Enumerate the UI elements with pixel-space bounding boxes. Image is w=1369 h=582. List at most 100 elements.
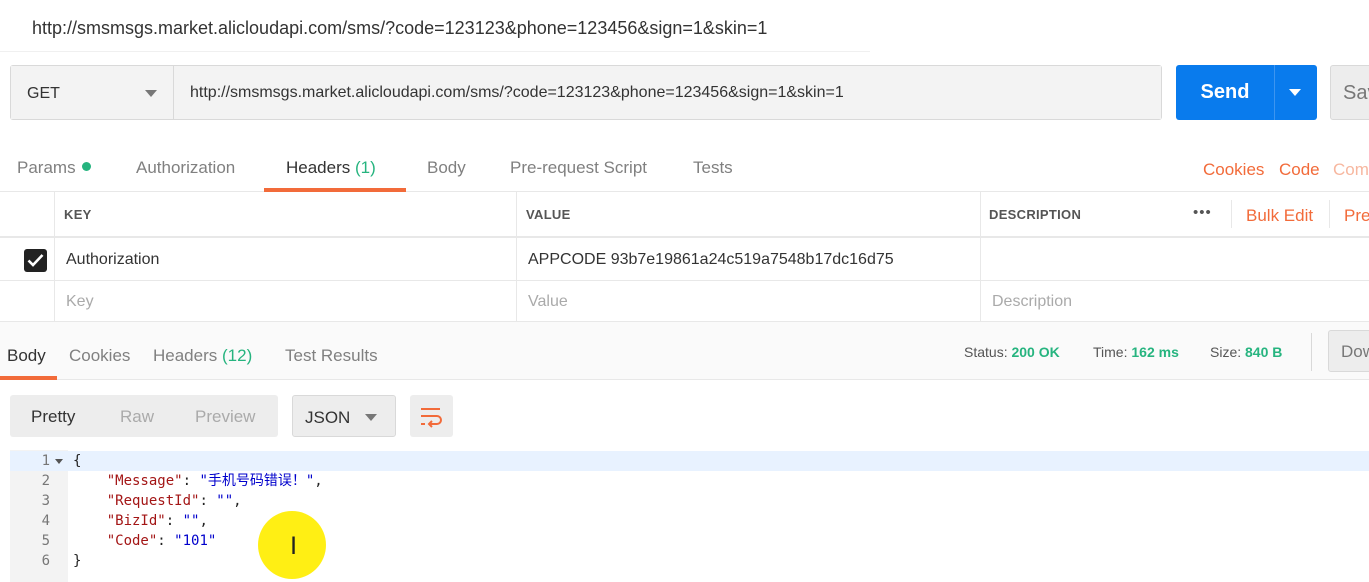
tab-headers[interactable]: Headers (1) (286, 158, 376, 178)
view-pretty-button[interactable]: Pretty (31, 407, 75, 427)
value-cell[interactable]: Value (517, 281, 981, 321)
cookies-link[interactable]: Cookies (1203, 160, 1264, 180)
key-cell[interactable]: Key (55, 281, 517, 321)
tab-params-label: Params (17, 158, 76, 177)
description-column-header: DESCRIPTION (981, 192, 1181, 236)
response-body-editor[interactable]: 1 { 2 "Message": "手机号码错误！", 3 "RequestId… (10, 450, 1369, 582)
table-row: Authorization APPCODE 93b7e19861a24c519a… (0, 237, 1369, 281)
response-tab-test-results[interactable]: Test Results (285, 346, 378, 366)
value-column-header: VALUE (517, 192, 981, 236)
send-button[interactable]: Send (1176, 65, 1274, 120)
code-line: 6 } (10, 551, 1369, 571)
row-checkbox-cell (0, 238, 55, 280)
checkmark-icon (27, 254, 44, 267)
chevron-down-icon (145, 90, 157, 97)
format-select-label: JSON (305, 408, 351, 427)
view-mode-group: Pretty Raw Preview (10, 395, 278, 437)
wrap-lines-icon (421, 408, 442, 428)
code-line: 3 "RequestId": "", (10, 491, 1369, 511)
line-number: 1 (41, 453, 50, 469)
fold-arrow-icon[interactable] (55, 459, 63, 464)
value-cell[interactable]: APPCODE 93b7e19861a24c519a7548b17dc16d75 (517, 238, 981, 280)
description-cell[interactable] (981, 238, 1369, 280)
code-text: "Code": "101" (106, 533, 217, 549)
json-punct: , (233, 493, 242, 509)
tab-prerequest-script[interactable]: Pre-request Script (510, 158, 647, 178)
more-options-icon[interactable]: ••• (1193, 204, 1212, 221)
method-select[interactable]: GET (11, 66, 174, 119)
key-column-header: KEY (55, 192, 517, 236)
key-header-label: KEY (64, 207, 92, 222)
line-number: 5 (41, 533, 50, 549)
status-readout[interactable]: Status: 200 OK (964, 344, 1060, 360)
time-label: Time: (1093, 344, 1128, 360)
code-text: { (73, 453, 82, 469)
json-key: "Message" (106, 473, 183, 489)
code-line: 2 "Message": "手机号码错误！", (10, 471, 1369, 491)
size-readout[interactable]: Size: 840 B (1210, 344, 1282, 360)
status-value: 200 OK (1011, 344, 1060, 360)
tab-headers-count: (1) (355, 158, 376, 177)
header-value: APPCODE 93b7e19861a24c519a7548b17dc16d75 (528, 251, 894, 268)
tab-headers-label: Headers (286, 158, 351, 177)
divider (1329, 200, 1330, 228)
json-string: "手机号码错误！" (199, 473, 315, 489)
download-button[interactable]: Download (1328, 330, 1369, 372)
key-placeholder: Key (66, 293, 94, 310)
table-header-row: KEY VALUE DESCRIPTION ••• Bulk Edit Pres… (0, 192, 1369, 237)
presets-link[interactable]: Presets (1344, 206, 1369, 226)
view-raw-button[interactable]: Raw (120, 407, 154, 427)
url-input[interactable] (175, 66, 1161, 119)
size-label: Size: (1210, 344, 1242, 360)
chevron-down-icon (1289, 89, 1301, 96)
code-line: 4 "BizId": "", (10, 511, 1369, 531)
json-string: "" (216, 493, 234, 509)
code-line: 5 "Code": "101" (10, 531, 1369, 551)
time-readout[interactable]: Time: 162 ms (1093, 344, 1179, 360)
response-tab-cookies[interactable]: Cookies (69, 346, 130, 366)
method-label: GET (27, 85, 60, 102)
value-header-label: VALUE (526, 207, 571, 222)
format-select[interactable]: JSON (292, 395, 396, 437)
tab-body[interactable]: Body (427, 158, 466, 178)
json-punct: , (199, 513, 208, 529)
checkbox-column-header (0, 192, 55, 236)
status-label: Status: (964, 344, 1008, 360)
request-tab-title-text: http://smsmsgs.market.alicloudapi.com/sm… (32, 18, 768, 38)
wrap-lines-button[interactable] (410, 395, 453, 437)
key-cell[interactable]: Authorization (55, 238, 517, 280)
description-header-label: DESCRIPTION (989, 207, 1082, 222)
response-tab-headers[interactable]: Headers (12) (153, 346, 252, 366)
tab-authorization[interactable]: Authorization (136, 158, 235, 178)
request-tab-title[interactable]: http://smsmsgs.market.alicloudapi.com/sm… (0, 0, 870, 52)
code-text: "RequestId": "", (106, 493, 242, 509)
code-line: 1 { (10, 451, 1369, 471)
save-button[interactable]: Save (1330, 65, 1369, 120)
view-preview-button[interactable]: Preview (195, 407, 255, 427)
json-string: "" (182, 513, 200, 529)
tab-params[interactable]: Params (17, 158, 91, 178)
row-checkbox-cell (0, 281, 55, 321)
response-tab-body[interactable]: Body (7, 346, 46, 366)
line-number: 4 (41, 513, 50, 529)
comments-link[interactable]: Comments (1333, 160, 1369, 180)
bulk-edit-link[interactable]: Bulk Edit (1246, 206, 1313, 226)
header-enabled-checkbox[interactable] (24, 249, 47, 272)
json-punct: , (314, 473, 323, 489)
code-link[interactable]: Code (1279, 160, 1320, 180)
code-text: "Message": "手机号码错误！", (106, 473, 323, 489)
line-number: 3 (41, 493, 50, 509)
json-key: "BizId" (106, 513, 166, 529)
divider (1231, 200, 1232, 228)
tab-tests[interactable]: Tests (693, 158, 733, 178)
line-number: 2 (41, 473, 50, 489)
request-tabs: Params Authorization Headers (1) Body Pr… (0, 142, 1369, 192)
params-indicator-dot (81, 162, 91, 172)
json-key: "RequestId" (106, 493, 200, 509)
response-tab-headers-label: Headers (153, 346, 218, 365)
json-string: "101" (174, 533, 217, 549)
send-options-button[interactable] (1274, 65, 1317, 120)
table-row-new: Key Value Description (0, 281, 1369, 322)
description-cell[interactable]: Description (981, 281, 1369, 321)
time-value: 162 ms (1131, 344, 1179, 360)
